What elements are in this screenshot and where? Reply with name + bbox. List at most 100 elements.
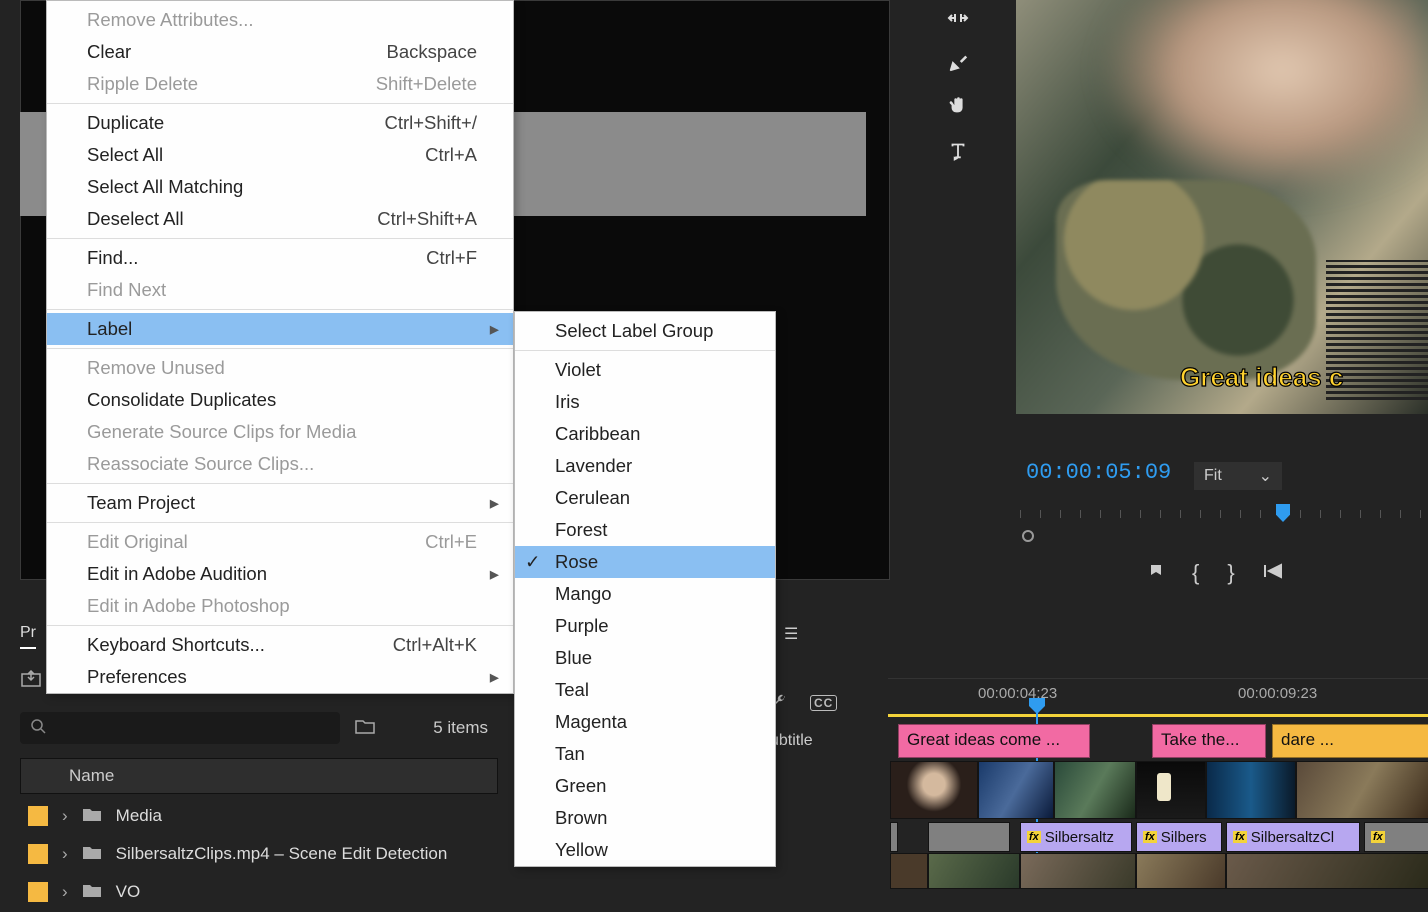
go-to-in-icon[interactable] [1263,563,1283,584]
label-color-rose[interactable]: ✓Rose [515,546,775,578]
label-color-iris[interactable]: Iris [515,386,775,418]
label-color-mango[interactable]: Mango [515,578,775,610]
bin-row[interactable]: › VO [20,874,498,910]
video-clip[interactable]: fxSilbersaltz [1020,822,1132,852]
subtitle-track: Great ideas come ... Take the...dare ... [890,724,1428,758]
label-color-forest[interactable]: Forest [515,514,775,546]
label-color-yellow[interactable]: Yellow [515,834,775,866]
in-bracket-icon[interactable]: { [1192,560,1199,586]
video-clip-thumb[interactable] [1136,761,1206,819]
out-bracket-icon[interactable]: } [1227,560,1234,586]
menu-team-project[interactable]: Team Project▸ [47,487,513,519]
label-color-lavender[interactable]: Lavender [515,450,775,482]
label-color-cerulean[interactable]: Cerulean [515,482,775,514]
program-scrub-marker[interactable] [1276,504,1290,522]
menu-select-all-matching[interactable]: Select All Matching [47,171,513,203]
type-tool-icon[interactable]: ▸ [944,136,972,164]
label-color-name: Caribbean [555,423,640,445]
expand-chevron-icon[interactable]: › [62,844,68,864]
menu-find-next[interactable]: Find Next [47,274,513,306]
menu-edit-original[interactable]: Edit OriginalCtrl+E [47,526,513,558]
project-search-input[interactable] [20,712,340,744]
video-clip-thumb[interactable] [890,853,928,889]
menu-reassociate-source-clips[interactable]: Reassociate Source Clips... [47,448,513,480]
captions-icon[interactable]: CC [810,695,837,711]
zoom-fit-label: Fit [1204,467,1222,485]
subtitle-clip[interactable]: Great ideas come ... [898,724,1090,758]
program-scrub-bar[interactable] [1020,510,1428,518]
label-color-name: Violet [555,359,601,381]
video-clip-thumb[interactable] [1020,853,1136,889]
menu-edit-in-audition[interactable]: Edit in Adobe Audition▸ [47,558,513,590]
ruler-tick: 00:00:09:23 [1238,685,1317,702]
project-tab[interactable]: Pr [20,624,36,649]
label-color-brown[interactable]: Brown [515,802,775,834]
video-clip-thumb[interactable] [890,761,978,819]
marker-icon[interactable] [1148,563,1164,584]
label-color-green[interactable]: Green [515,770,775,802]
work-area-bar[interactable] [888,714,1428,717]
submenu-select-label-group[interactable]: Select Label Group [515,315,775,347]
video-clip[interactable] [928,822,1010,852]
bin-row[interactable]: › SilbersaltzClips.mp4 – Scene Edit Dete… [20,836,498,872]
video-clip-thumb[interactable] [1136,853,1226,889]
menu-keyboard-shortcuts[interactable]: Keyboard Shortcuts...Ctrl+Alt+K [47,629,513,661]
label-color-caribbean[interactable]: Caribbean [515,418,775,450]
menu-ripple-delete[interactable]: Ripple DeleteShift+Delete [47,68,513,100]
project-name-header[interactable]: Name [20,758,498,794]
timeline-ruler[interactable]: 00:00:04:23 00:00:09:23 [888,678,1428,712]
menu-duplicate[interactable]: DuplicateCtrl+Shift+/ [47,107,513,139]
menu-label[interactable]: Label▸ [47,313,513,345]
new-bin-icon[interactable] [354,717,376,740]
clip-name: Silbersaltz [1045,829,1114,846]
menu-edit-in-photoshop[interactable]: Edit in Adobe Photoshop [47,590,513,622]
label-color-magenta[interactable]: Magenta [515,706,775,738]
video-clip[interactable]: fxSilbersaltzCl [1226,822,1360,852]
label-color-swatch [28,806,48,826]
menu-generate-source-clips[interactable]: Generate Source Clips for Media [47,416,513,448]
menu-find[interactable]: Find...Ctrl+F [47,242,513,274]
menu-separator [47,309,513,310]
import-icon[interactable] [20,670,42,693]
bin-row[interactable]: › Media [20,798,498,834]
video-clip[interactable]: fx [1364,822,1428,852]
clip-name: SilbersaltzCl [1251,829,1334,846]
chevron-right-icon: ▸ [490,563,499,585]
pen-tool-icon[interactable] [944,48,972,76]
label-color-teal[interactable]: Teal [515,674,775,706]
video-clip-thumb[interactable] [928,853,1020,889]
fx-badge-icon: fx [1143,831,1157,843]
menu-deselect-all[interactable]: Deselect AllCtrl+Shift+A [47,203,513,235]
menu-consolidate-duplicates[interactable]: Consolidate Duplicates [47,384,513,416]
expand-chevron-icon[interactable]: › [62,806,68,826]
video-clip[interactable]: fx Silbers [1136,822,1222,852]
label-color-name: Magenta [555,711,627,733]
menu-remove-unused[interactable]: Remove Unused [47,352,513,384]
video-clip-thumb[interactable] [1054,761,1136,819]
label-color-blue[interactable]: Blue [515,642,775,674]
ripple-edit-tool-icon[interactable] [944,4,972,32]
menu-clear[interactable]: ClearBackspace [47,36,513,68]
project-toolbar [20,670,42,693]
hand-tool-icon[interactable] [944,92,972,120]
video-clip[interactable] [890,822,898,852]
menu-preferences[interactable]: Preferences▸ [47,661,513,693]
clip-name: Silbers [1161,829,1207,846]
video-clip-thumb[interactable] [1206,761,1296,819]
zoom-fit-dropdown[interactable]: Fit ⌄ [1194,462,1282,490]
program-timecode[interactable]: 00:00:05:09 [1026,460,1171,485]
panel-menu-icon[interactable]: ☰ [784,624,798,644]
label-color-tan[interactable]: Tan [515,738,775,770]
video-clip-thumb[interactable] [1296,761,1428,819]
video-thumb-track [890,761,1428,819]
subtitle-clip[interactable]: dare ... [1272,724,1428,758]
expand-chevron-icon[interactable]: › [62,882,68,902]
video-clip-thumb[interactable] [978,761,1054,819]
label-color-violet[interactable]: Violet [515,354,775,386]
label-color-purple[interactable]: Purple [515,610,775,642]
menu-remove-attributes[interactable]: Remove Attributes... [47,4,513,36]
menu-select-all[interactable]: Select AllCtrl+A [47,139,513,171]
subtitle-clip[interactable]: Take the... [1152,724,1266,758]
video-clip-thumb[interactable] [1226,853,1428,889]
label-color-name: Green [555,775,606,797]
